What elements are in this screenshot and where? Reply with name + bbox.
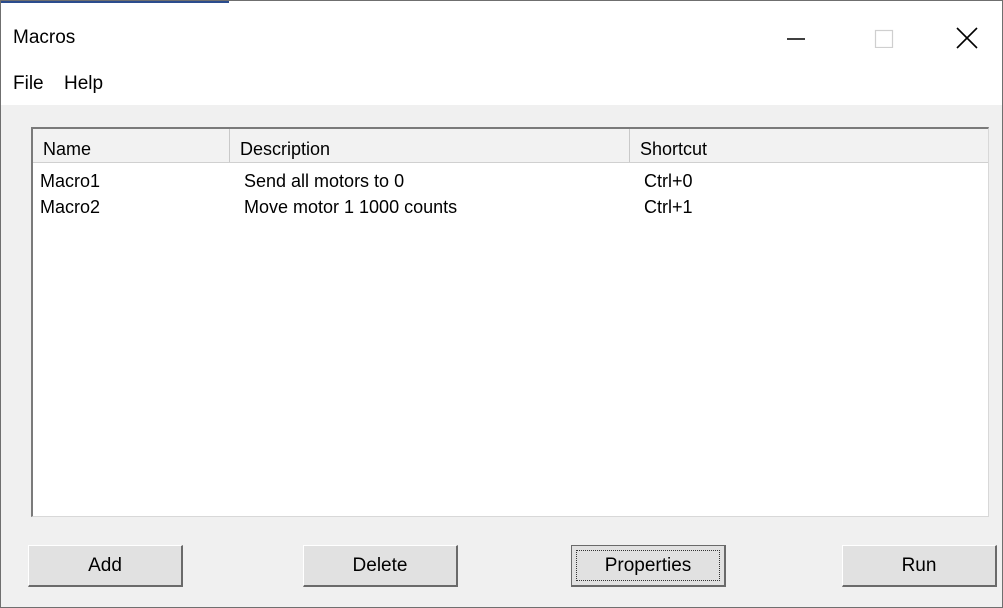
cell-shortcut: Ctrl+1 [644,197,693,217]
maximize-icon [874,29,894,48]
macro-list[interactable]: Name Description Shortcut Macro1 Send al… [31,127,989,517]
macros-window: Macros File Help Name Description Shortc… [0,0,1003,608]
list-header: Name Description Shortcut [33,129,988,163]
cell-description: Send all motors to 0 [244,171,405,191]
focus-rectangle [576,550,720,581]
minimize-icon [787,38,805,40]
accent-line [1,1,229,3]
cell-shortcut: Ctrl+0 [644,171,693,191]
cell-description: Move motor 1 1000 counts [244,197,458,217]
close-icon [956,27,978,49]
delete-button[interactable]: Delete [303,545,458,587]
menu-file[interactable]: File [13,73,44,95]
menu-bar: File Help [1,63,1002,105]
run-button[interactable]: Run [842,545,997,587]
window-title: Macros [13,27,76,48]
list-row-macro2[interactable]: Macro2 Move motor 1 1000 counts Ctrl+1 [33,197,988,223]
column-header-description[interactable]: Description [230,129,630,162]
add-button[interactable]: Add [28,545,183,587]
list-row-macro1[interactable]: Macro1 Send all motors to 0 Ctrl+0 [33,171,988,197]
menu-help[interactable]: Help [64,73,103,95]
minimize-button[interactable] [766,15,826,61]
title-bar[interactable]: Macros [1,1,1002,63]
maximize-button[interactable] [854,15,914,61]
column-header-shortcut[interactable]: Shortcut [630,129,989,162]
close-button[interactable] [937,15,997,61]
cell-name: Macro1 [40,171,101,191]
properties-button[interactable]: Properties [571,545,726,587]
cell-name: Macro2 [40,197,101,217]
column-header-name[interactable]: Name [33,129,230,162]
